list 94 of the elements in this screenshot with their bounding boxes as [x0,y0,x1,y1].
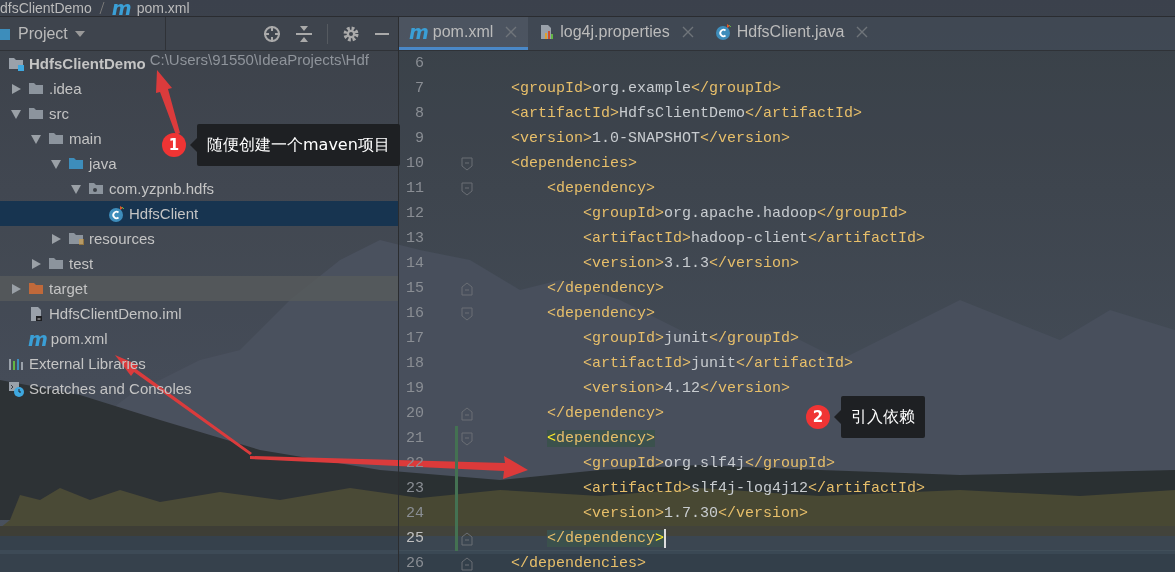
maven-icon: m [28,330,47,347]
code-line: <version>4.12</version> [582,380,791,397]
editor-tab[interactable]: m pom.xml [399,17,529,50]
tree-item[interactable]: com.yzpnb.hdfs [68,176,215,201]
line-number: 9 [414,130,424,147]
line-number: 10 [405,155,424,172]
annotation-arrow [156,70,180,135]
tree-item[interactable]: resources [48,226,155,251]
annotation-note: 随便创建一个maven项目 [197,124,400,166]
line-number: 8 [414,105,424,122]
line-number: 24 [405,505,424,522]
resources-folder-icon [68,230,85,247]
line-number: 25 [405,530,424,547]
tree-item[interactable]: m pom.xml [8,326,108,351]
fold-end-icon[interactable] [461,531,473,546]
folder-icon [28,280,45,297]
panel-icon [0,26,12,41]
annotation-note: 引入依赖 [841,396,925,438]
code-line: <groupId>org.slf4j</groupId> [582,455,836,472]
code-line: <groupId>org.example</groupId> [510,80,782,97]
code-line: <artifactId>slf4j-log4j12</artifactId> [582,480,926,497]
code-line: <artifactId>HdfsClientDemo</artifactId> [510,105,863,122]
line-number: 19 [405,380,424,397]
code-line: <artifactId>junit</artifactId> [582,355,854,372]
project-path: C:\Users\91550\IdeaProjects\Hdf [149,51,369,70]
code-line: </dependency> [546,280,665,297]
code-line: <version>1.0-SNAPSHOT</version> [510,130,791,147]
line-number: 17 [405,330,424,347]
code-line: <groupId>junit</groupId> [582,330,800,347]
class-icon [108,205,125,222]
code-line: <artifactId>hadoop-client</artifactId> [582,230,926,247]
tree-item[interactable]: test [28,251,94,276]
editor-tab[interactable]: HdfsClient.java [704,17,880,50]
folder-icon [48,130,65,147]
tree-item[interactable]: src [8,101,69,126]
fold-icon[interactable] [461,431,473,446]
tree-item[interactable]: java [48,151,117,176]
caret-icon [73,29,86,38]
maven-icon: m [409,24,428,40]
tree-item[interactable]: HdfsClientDemo [8,51,146,76]
line-number: 12 [405,205,424,222]
code-line: <dependency> [546,305,656,322]
line-number: 26 [405,555,424,572]
file-icon [28,305,45,322]
fold-end-icon[interactable] [461,281,473,296]
folder-icon [68,155,85,172]
separator-icon [97,1,106,15]
line-number: 20 [405,405,424,422]
editor-tab[interactable]: log4j.properties [528,17,705,50]
breadcrumb-item[interactable]: dfsClientDemo [0,0,92,16]
line-number: 21 [405,430,424,447]
line-number: 14 [405,255,424,272]
folder-icon [48,255,65,272]
line-number: 18 [405,355,424,372]
folder-icon [28,80,45,97]
code-line: <groupId>org.apache.hadoop</groupId> [582,205,908,222]
tree-item[interactable]: .idea [8,76,82,101]
view-selector[interactable]: Project [0,17,166,50]
module-icon [8,55,25,72]
fold-icon[interactable] [461,306,473,321]
tree-item[interactable]: main [28,126,102,151]
folder-icon [28,105,45,122]
fold-end-icon[interactable] [461,406,473,421]
code-line: <version>1.7.30</version> [582,505,809,522]
line-number: 7 [414,80,424,97]
line-number: 16 [405,305,424,322]
code-line: </dependencies> [510,555,647,572]
code-line: <dependencies> [510,155,638,172]
close-icon[interactable] [504,25,519,39]
fold-icon[interactable] [461,156,473,171]
code-line: <version>3.1.3</version> [582,255,800,272]
line-number: 6 [414,55,424,72]
class-icon [714,24,732,40]
code-line: <dependency> [546,180,656,197]
line-number: 11 [405,180,424,197]
package-icon [88,180,105,197]
callout-pointer [834,410,841,424]
fold-icon[interactable] [461,181,473,196]
properties-file-icon [538,24,556,40]
breadcrumb-item[interactable]: pom.xml [136,0,190,16]
locate-icon[interactable] [263,24,281,43]
code-line: </dependency> [546,405,665,422]
maven-icon: m [111,0,131,16]
line-number: 13 [405,230,424,247]
scratches-icon [8,380,25,397]
tree-item[interactable]: HdfsClientDemo.iml [8,301,182,326]
line-number: 23 [405,480,424,497]
close-icon[interactable] [855,25,870,39]
settings-icon[interactable] [342,24,360,43]
fold-end-icon[interactable] [461,556,473,571]
collapse-all-icon[interactable] [295,24,313,43]
callout-pointer [190,138,197,152]
line-number: 15 [405,280,424,297]
close-icon[interactable] [680,25,695,39]
